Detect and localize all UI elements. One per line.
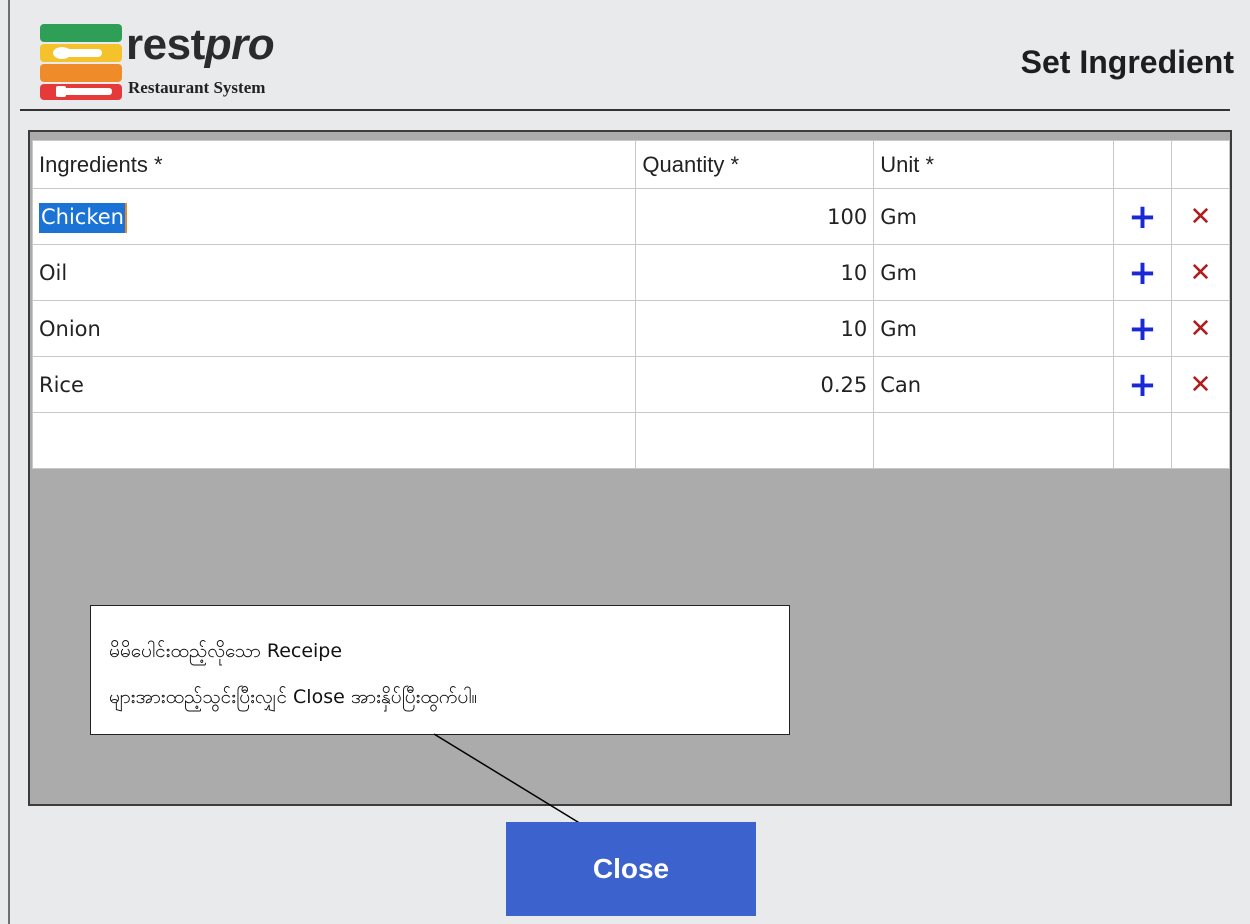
quantity-cell[interactable]: 100 [635, 188, 875, 245]
restaurant-cutlery-icon [40, 24, 122, 100]
quantity-cell[interactable]: 10 [635, 244, 875, 301]
delete-icon: ✕ [1189, 201, 1212, 232]
new-quantity-cell[interactable] [635, 412, 875, 469]
new-add-cell [1113, 412, 1172, 469]
table-row: Onion 10 Gm + ✕ [31, 300, 1230, 357]
ingredient-value-selected[interactable]: Chicken [39, 202, 127, 233]
new-delete-cell [1171, 412, 1230, 469]
plus-icon: + [1128, 308, 1157, 349]
close-button[interactable]: Close [506, 822, 756, 916]
grid-header-row: Ingredients * Quantity * Unit * [31, 140, 1230, 189]
page-title: Set Ingredient [1020, 44, 1234, 80]
column-header-unit[interactable]: Unit * [873, 140, 1115, 189]
logo-subtitle: Restaurant System [128, 78, 266, 97]
delete-row-button[interactable]: ✕ [1171, 356, 1230, 413]
new-unit-cell[interactable] [873, 412, 1115, 469]
table-row: Oil 10 Gm + ✕ [31, 244, 1230, 301]
plus-icon: + [1128, 364, 1157, 405]
add-row-button[interactable]: + [1113, 356, 1172, 413]
callout-line-2: များအားထည့်သွင်းပြီးလျှင် Close အားနှိပ်… [109, 686, 478, 708]
new-ingredient-cell[interactable] [31, 412, 637, 469]
quantity-cell[interactable]: 0.25 [635, 356, 875, 413]
delete-icon: ✕ [1189, 369, 1212, 400]
add-row-button[interactable]: + [1113, 188, 1172, 245]
ingredient-cell[interactable]: Onion [31, 300, 637, 357]
add-row-button[interactable]: + [1113, 244, 1172, 301]
instruction-callout: မိမိပေါင်းထည့်လိုသော Receipe များအားထည့်… [90, 605, 790, 735]
add-row-button[interactable]: + [1113, 300, 1172, 357]
unit-cell[interactable]: Gm [873, 300, 1115, 357]
unit-cell[interactable]: Gm [873, 244, 1115, 301]
header-divider [20, 109, 1230, 111]
unit-cell[interactable]: Can [873, 356, 1115, 413]
ingredient-cell[interactable]: Rice [31, 356, 637, 413]
table-row: Rice 0.25 Can + ✕ [31, 356, 1230, 413]
ingredient-grid: Ingredients * Quantity * Unit * Chicken … [31, 140, 1230, 469]
ingredient-cell[interactable]: Chicken [31, 188, 637, 245]
plus-icon: + [1128, 252, 1157, 293]
column-header-quantity[interactable]: Quantity * [635, 140, 875, 189]
plus-icon: + [1128, 196, 1157, 237]
quantity-cell[interactable]: 10 [635, 300, 875, 357]
delete-row-button[interactable]: ✕ [1171, 188, 1230, 245]
new-row [31, 412, 1230, 469]
delete-icon: ✕ [1189, 257, 1212, 288]
column-header-add [1113, 140, 1172, 189]
ingredient-cell[interactable]: Oil [31, 244, 637, 301]
delete-row-button[interactable]: ✕ [1171, 244, 1230, 301]
delete-icon: ✕ [1189, 313, 1212, 344]
column-header-ingredients[interactable]: Ingredients * [31, 140, 637, 189]
unit-cell[interactable]: Gm [873, 188, 1115, 245]
callout-line-1: မိမိပေါင်းထည့်လိုသော Receipe [109, 640, 343, 662]
table-row: Chicken 100 Gm + ✕ [31, 188, 1230, 245]
delete-row-button[interactable]: ✕ [1171, 300, 1230, 357]
logo-wordmark: restpro [126, 20, 275, 69]
column-header-delete [1171, 140, 1230, 189]
restpro-logo: restpro Restaurant System [40, 20, 340, 102]
